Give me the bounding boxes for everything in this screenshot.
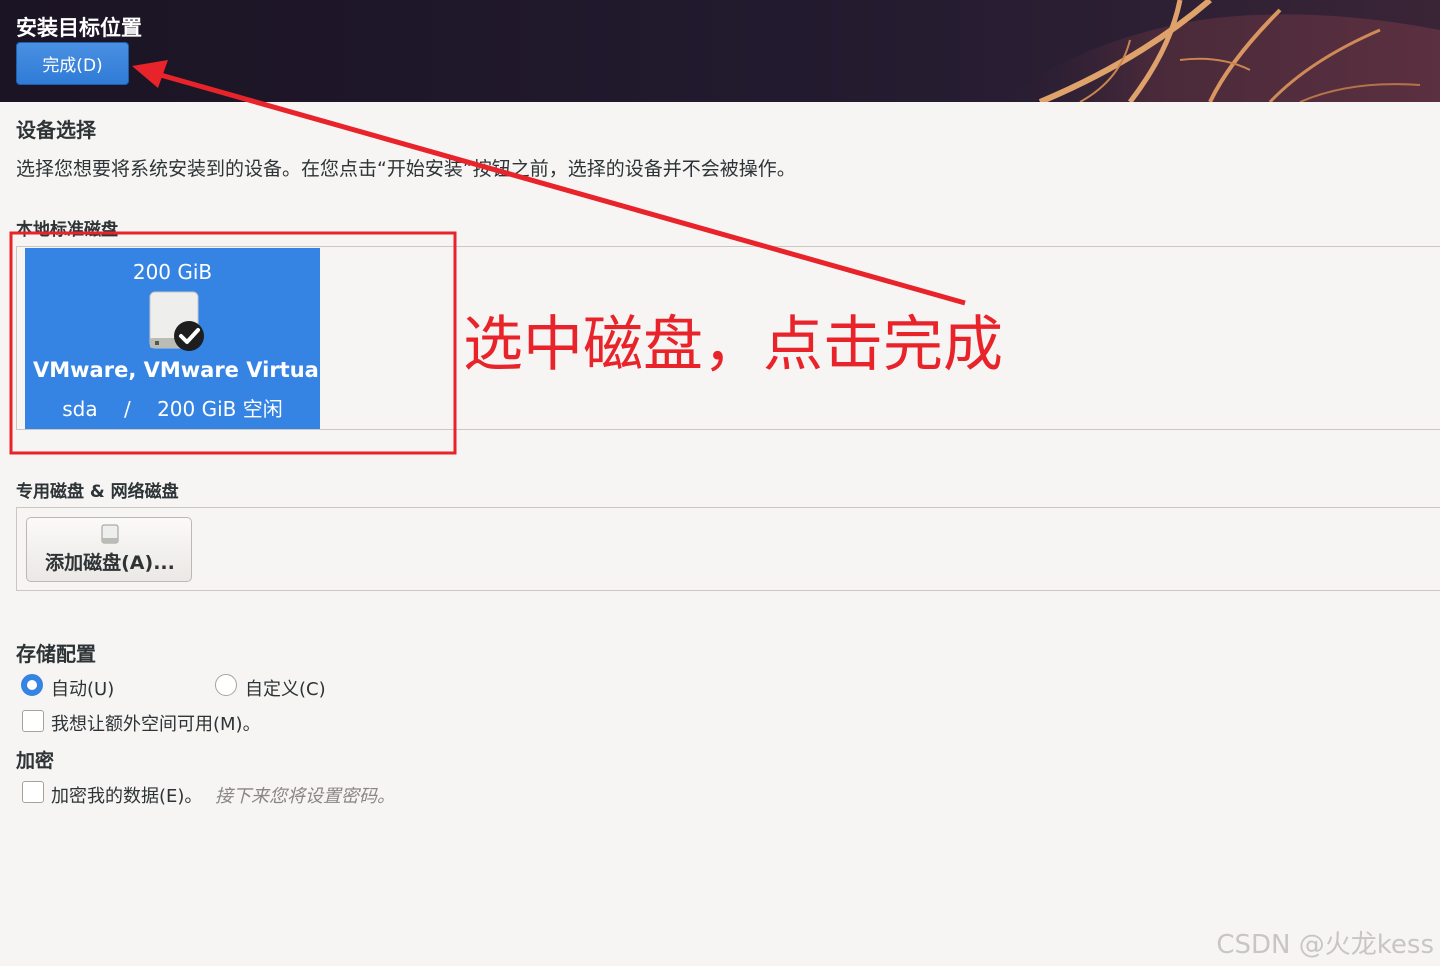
encryption-title: 加密 [16,750,55,772]
annotation-text: 选中磁盘，点击完成 [463,310,1003,380]
encrypt-hint: 接下来您将设置密码。 [215,786,395,807]
done-button[interactable]: 完成(D) [16,42,129,85]
encrypt-label[interactable]: 加密我的数据(E)。 [51,782,202,808]
add-disk-button[interactable]: 添加磁盘(A)... [26,517,192,582]
annotation-overlay [9,60,966,455]
header-artwork [1000,0,1440,102]
auto-radio-label[interactable]: 自动(U) [51,675,114,701]
custom-radio[interactable] [215,674,237,696]
add-disk-label: 添加磁盘(A)... [45,552,175,574]
disk-name: VMware, VMware Virtual S [33,358,320,382]
header-bar: 安装目标位置 完成(D) [0,0,1440,102]
harddisk-checked-icon [149,291,204,351]
device-selection-description: 选择您想要将系统安装到的设备。在您点击“开始安装”按钮之前，选择的设备并不会被操… [16,158,796,180]
special-disks-panel [16,507,1440,591]
disk-tile-sda[interactable]: 200 GiB VMware, VMware Virtual S sda / 2… [25,248,320,429]
auto-radio[interactable] [21,674,43,696]
custom-radio-label[interactable]: 自定义(C) [245,675,326,701]
extra-space-checkbox[interactable] [22,710,44,732]
disk-size: 200 GiB [132,260,213,284]
storage-config-title: 存储配置 [16,642,96,666]
harddisk-icon [101,524,119,544]
device-selection-title: 设备选择 [16,118,96,142]
local-disks-heading: 本地标准磁盘 [16,220,118,240]
disk-separator: / [123,397,131,421]
encrypt-checkbox[interactable] [22,781,44,803]
page-title: 安装目标位置 [16,16,142,40]
disk-free: 200 GiB 空闲 [157,397,283,421]
disk-device: sda [62,397,98,421]
special-disks-heading: 专用磁盘 & 网络磁盘 [16,482,179,502]
disk-meta: sda / 200 GiB 空闲 [25,393,320,422]
watermark: CSDN @火龙kess [1216,930,1434,960]
extra-space-label[interactable]: 我想让额外空间可用(M)。 [51,710,261,736]
